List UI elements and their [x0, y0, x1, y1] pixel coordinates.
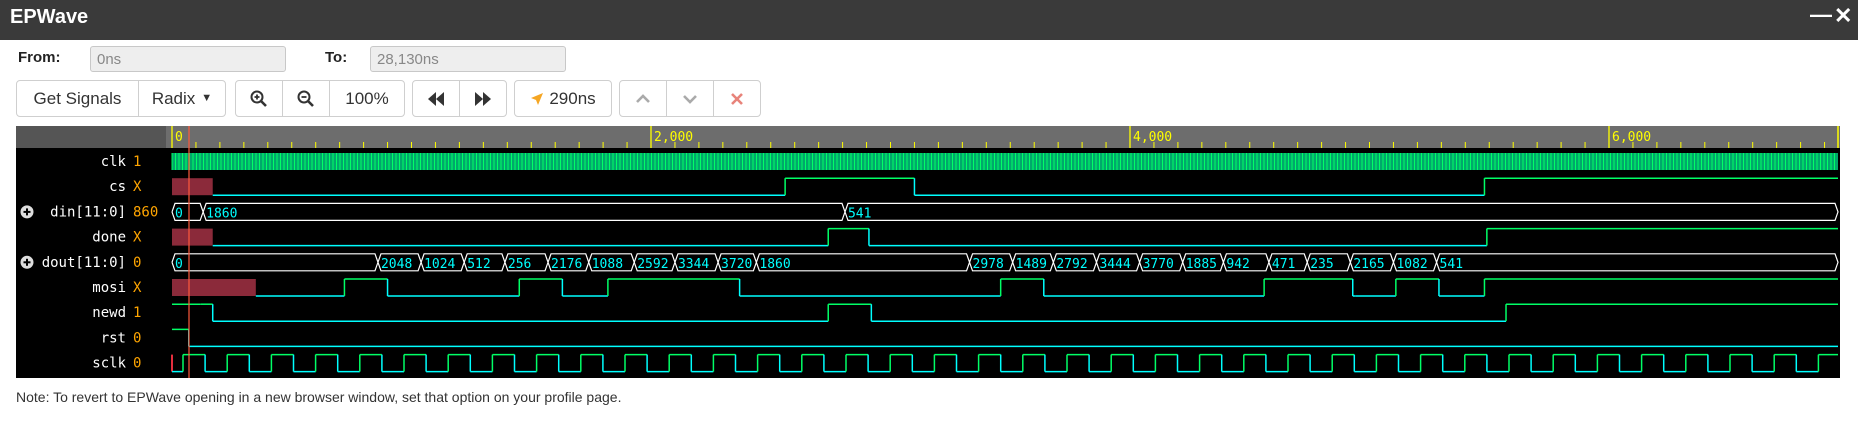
- din-value: 541: [848, 206, 871, 221]
- signal-order-group: [619, 80, 761, 117]
- waveform-viewer[interactable]: 02,0004,0006,0008,00010,00012,000clk1csX…: [16, 126, 1840, 378]
- navigate-group: [412, 80, 507, 117]
- signal-name[interactable]: sclk: [92, 356, 126, 372]
- ruler-tick-label: 2,000: [654, 130, 693, 145]
- signal-value: X: [133, 280, 142, 296]
- location-arrow-icon: [531, 92, 544, 105]
- get-signals-button[interactable]: Get Signals: [17, 81, 139, 116]
- din-segment: [844, 202, 1839, 222]
- dout-value: 1024: [424, 257, 455, 272]
- din-value: 0: [175, 206, 183, 221]
- cursor-time: 290ns: [549, 89, 596, 108]
- signal-value: 0: [133, 255, 141, 271]
- dout-value: 1088: [592, 257, 623, 272]
- close-icon[interactable]: ✕: [1834, 3, 1852, 29]
- signal-name[interactable]: newd: [92, 305, 126, 321]
- chevron-down-icon: [683, 94, 697, 104]
- zoom-group: 100%: [235, 80, 405, 117]
- to-input[interactable]: 28,130ns: [370, 46, 566, 72]
- signal-name[interactable]: rst: [101, 330, 126, 346]
- next-edge-button[interactable]: [460, 81, 506, 116]
- fast-backward-icon: [427, 91, 444, 106]
- signal-value: X: [133, 230, 142, 246]
- window-title: EPWave: [10, 6, 89, 28]
- dout-value: 1860: [759, 257, 790, 272]
- chevron-up-icon: [636, 93, 650, 103]
- dout-value: 235: [1310, 257, 1333, 272]
- dout-value: 256: [508, 257, 531, 272]
- dout-value: 0: [175, 257, 183, 272]
- dout-value: 1082: [1396, 257, 1427, 272]
- from-input[interactable]: 0ns: [90, 46, 286, 72]
- caret-down-icon: ▼: [201, 92, 213, 104]
- signal-name[interactable]: din[11:0]: [50, 204, 126, 220]
- dout-value: 512: [467, 257, 490, 272]
- signal-name[interactable]: cs: [109, 179, 126, 195]
- signal-name[interactable]: mosi: [92, 280, 126, 296]
- signals-group: Get Signals Radix ▼: [16, 80, 226, 117]
- dout-value: 541: [1440, 257, 1463, 272]
- dout-value: 2165: [1353, 257, 1384, 272]
- from-label: From:: [18, 49, 61, 66]
- dout-segment: [171, 253, 379, 272]
- signal-value: 0: [133, 356, 141, 372]
- dout-value: 1885: [1186, 257, 1217, 272]
- waveform-canvas[interactable]: 02,0004,0006,0008,00010,00012,000clk1csX…: [16, 126, 1840, 378]
- dout-value: 2176: [551, 257, 582, 272]
- dout-segment: [1435, 253, 1839, 272]
- dout-value: 2792: [1056, 257, 1087, 272]
- close-icon: [731, 92, 743, 105]
- dout-value: 2978: [973, 257, 1004, 272]
- signal-value: 1: [133, 305, 141, 321]
- minimize-icon[interactable]: ―: [1810, 2, 1832, 28]
- previous-edge-button[interactable]: [413, 81, 460, 116]
- din-segment: [202, 202, 846, 222]
- cs-unknown: [172, 178, 213, 196]
- remove-signal-button[interactable]: [714, 81, 760, 116]
- dout-value: 2592: [637, 257, 668, 272]
- signal-value: 1: [133, 154, 141, 170]
- dout-value: 2048: [381, 257, 412, 272]
- signal-name[interactable]: done: [92, 230, 126, 246]
- dout-value: 471: [1272, 257, 1295, 272]
- done-unknown: [172, 228, 213, 246]
- cursor-time-button[interactable]: 290ns: [515, 81, 611, 116]
- signal-name[interactable]: dout[11:0]: [42, 255, 126, 271]
- fast-forward-icon: [474, 91, 491, 106]
- cursor-group: 290ns: [514, 80, 612, 117]
- mosi-unknown: [172, 279, 256, 296]
- signal-value: 860: [133, 204, 158, 220]
- move-down-button[interactable]: [667, 81, 714, 116]
- zoom-out-icon: [297, 90, 314, 107]
- time-ruler[interactable]: [166, 126, 1840, 148]
- dout-value: 1489: [1016, 257, 1047, 272]
- dout-value: 942: [1226, 257, 1249, 272]
- zoom-level[interactable]: 100%: [330, 81, 404, 116]
- signal-value: X: [133, 179, 142, 195]
- dout-value: 3770: [1143, 257, 1174, 272]
- zoom-in-icon: [250, 90, 267, 107]
- dout-value: 3344: [678, 257, 709, 272]
- radix-button[interactable]: Radix ▼: [139, 81, 225, 116]
- title-bar: EPWave ― ✕: [0, 0, 1858, 40]
- signal-name[interactable]: clk: [101, 154, 127, 170]
- signal-value: 0: [133, 330, 141, 346]
- note-text: Note: To revert to EPWave opening in a n…: [16, 389, 622, 405]
- zoom-out-button[interactable]: [283, 81, 330, 116]
- din-value: 1860: [206, 206, 237, 221]
- to-label: To:: [325, 49, 348, 66]
- dout-value: 3720: [721, 257, 752, 272]
- dout-value: 3444: [1099, 257, 1130, 272]
- ruler-tick-label: 6,000: [1612, 130, 1651, 145]
- radix-label: Radix: [151, 89, 196, 108]
- ruler-tick-label: 4,000: [1133, 130, 1172, 145]
- zoom-in-button[interactable]: [236, 81, 283, 116]
- ruler-tick-label: 0: [175, 130, 183, 145]
- move-up-button[interactable]: [620, 81, 667, 116]
